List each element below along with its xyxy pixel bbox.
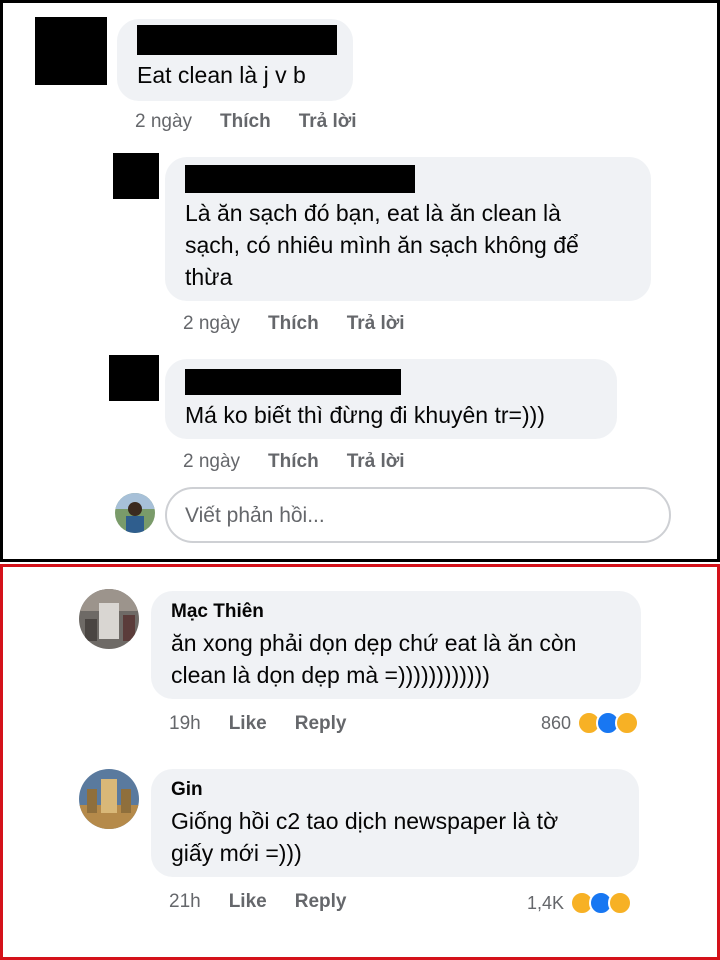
comment-meta: 2 ngày Thích Trả lời: [135, 111, 357, 133]
redacted-avatar: [113, 153, 159, 199]
reply-button[interactable]: Reply: [295, 891, 347, 913]
commenter-name[interactable]: Gin: [171, 779, 203, 801]
comment-bubble: Gin Giống hồi c2 tao dịch newspaper là t…: [151, 769, 639, 877]
reaction-summary[interactable]: 860: [541, 711, 640, 735]
comment-time[interactable]: 19h: [169, 713, 201, 735]
comment-text: Eat clean là j v b: [137, 62, 306, 88]
comment-time[interactable]: 21h: [169, 891, 201, 913]
reply-text-line-2: sạch, có nhiêu mình ăn sạch không để: [185, 232, 579, 258]
write-reply-field[interactable]: [165, 487, 671, 543]
reply-meta: 2 ngày Thích Trả lời: [183, 451, 405, 473]
comment-bubble: Mạc Thiên ăn xong phải dọn dẹp chứ eat l…: [151, 591, 641, 699]
redacted-name: [137, 25, 337, 55]
redacted-name: [185, 165, 415, 193]
commenter-name[interactable]: Mạc Thiên: [171, 601, 264, 623]
comment-meta: 21h Like Reply: [169, 891, 346, 913]
current-user-avatar: [115, 493, 155, 533]
reply-time[interactable]: 2 ngày: [183, 313, 240, 335]
reply-button[interactable]: Trả lời: [347, 451, 405, 473]
comment-text-line-1: ăn xong phải dọn dẹp chứ eat là ăn còn: [171, 630, 577, 656]
comment-text-line-1: Giống hồi c2 tao dịch newspaper là tờ: [171, 808, 559, 834]
reply-text-line-1: Là ăn sạch đó bạn, eat là ăn clean là: [185, 200, 561, 226]
write-reply-input[interactable]: [185, 501, 645, 531]
reaction-count: 1,4K: [527, 892, 565, 913]
reply-meta: 2 ngày Thích Trả lời: [183, 313, 405, 335]
sad-reaction-icon: [615, 711, 640, 735]
like-button[interactable]: Thích: [268, 451, 319, 473]
like-button[interactable]: Like: [229, 891, 267, 913]
reaction-summary[interactable]: 1,4K: [527, 891, 633, 915]
top-comment-thread: Eat clean là j v b 2 ngày Thích Trả lời …: [0, 0, 720, 562]
reply-bubble: Là ăn sạch đó bạn, eat là ăn clean là sạ…: [165, 157, 651, 301]
avatar[interactable]: [79, 589, 139, 649]
reply-button[interactable]: Trả lời: [347, 313, 405, 335]
comment-meta: 19h Like Reply: [169, 713, 346, 735]
reply-button[interactable]: Trả lời: [299, 111, 357, 133]
sad-reaction-icon: [608, 891, 633, 915]
reply-text: Má ko biết thì đừng đi khuyên tr=))): [185, 402, 545, 428]
comment-text-line-2: giấy mới =))): [171, 840, 302, 866]
redacted-avatar: [109, 355, 159, 401]
like-button[interactable]: Like: [229, 713, 267, 735]
bottom-comment-thread: Mạc Thiên ăn xong phải dọn dẹp chứ eat l…: [0, 564, 720, 960]
like-button[interactable]: Thích: [220, 111, 271, 133]
redacted-name: [185, 369, 401, 395]
comment-bubble: Eat clean là j v b: [117, 19, 353, 101]
redacted-avatar: [35, 17, 107, 85]
reply-text-line-3: thừa: [185, 264, 233, 290]
avatar[interactable]: [79, 769, 139, 829]
comment-text-line-2: clean là dọn dẹp mà =)))))))))))): [171, 662, 490, 688]
reply-time[interactable]: 2 ngày: [183, 451, 240, 473]
like-button[interactable]: Thích: [268, 313, 319, 335]
comment-time[interactable]: 2 ngày: [135, 111, 192, 133]
reply-bubble: Má ko biết thì đừng đi khuyên tr=))): [165, 359, 617, 439]
reply-button[interactable]: Reply: [295, 713, 347, 735]
reaction-count: 860: [541, 712, 572, 733]
